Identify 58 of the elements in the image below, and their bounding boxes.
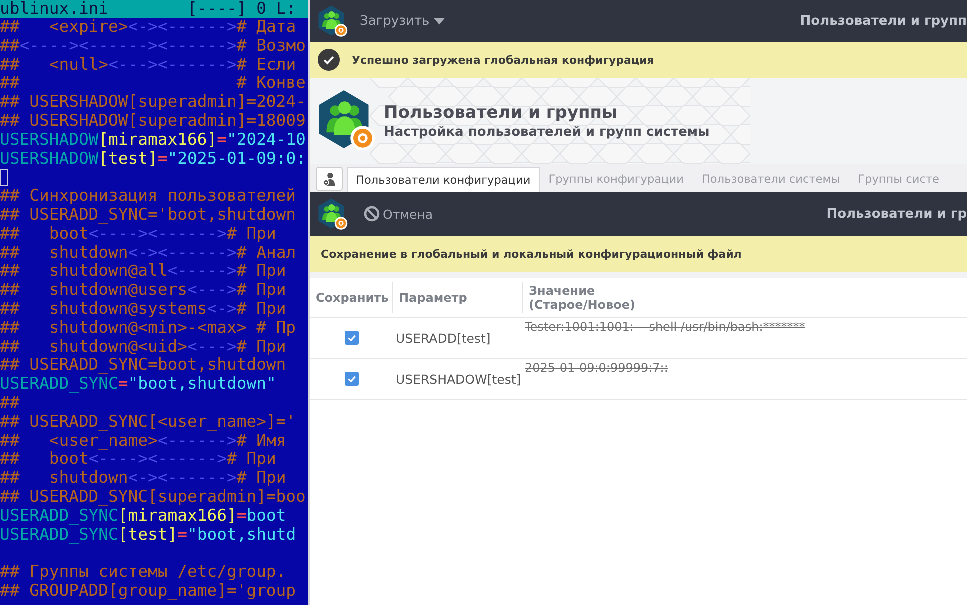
editor-status: [----] 0 L: (188, 0, 296, 18)
code-line: USERADD_SYNC[miramax166]=boot (0, 506, 286, 526)
notification-text: Успешно загружена глобальная конфигурация (352, 54, 654, 66)
app-icon (318, 89, 376, 153)
code-line: ## Синхронизация пользователей (0, 187, 296, 206)
text-cursor (0, 169, 8, 186)
code-line: ## shutdown@systems<-># При (0, 300, 286, 319)
user-gear-icon (322, 172, 337, 186)
code-line: ## USERADD_SYNC[superadmin]=boo (0, 488, 306, 507)
code-line: ## <user_name><------># Имя (0, 432, 286, 450)
table-cell: USERADD[test] (396, 330, 491, 346)
cancel-button[interactable]: Отмена (360, 202, 438, 226)
column-header: Значение (Старое/Новое) (522, 282, 642, 313)
code-line: USERADD_SYNC="boot,shutdown" (0, 375, 276, 394)
code-line: ## GROUPADD[group_name]='group (0, 582, 296, 601)
code-line: USERSHADOW[test]="2025-01-09:0: (0, 150, 306, 168)
code-line: ## USERSHADOW[superadmin]=2024- (0, 93, 306, 112)
code-line: ##<----><------><------># Возмо (0, 36, 306, 56)
checkbox[interactable] (345, 331, 359, 345)
code-line: ## USERADD_SYNC='boot,shutdown (0, 206, 296, 225)
code-line: ## shutdown<-><------># Анал (0, 244, 296, 262)
column-header: Сохранить (315, 290, 390, 306)
window-title: Пользователи и гр (826, 206, 967, 222)
code-line: ## boot<----><------># При (0, 450, 276, 470)
code-line: ## USERADD_SYNC=boot,shutdown (0, 356, 286, 376)
code-line: ## shutdown@<min>-<max> # Пр (0, 318, 296, 338)
code-line: ## <expire><-><------># Дата (0, 18, 296, 37)
code-line: ## # Конве (0, 74, 306, 94)
code-line: ## USERADD_SYNC[<user_name>]=' (0, 412, 296, 432)
code-line: USERSHADOW[miramax166]="2024-10 (0, 130, 306, 150)
app-title: Пользователи и группы (384, 102, 618, 122)
old-value: Tester:1001:1001: shell /usr/bin/bash:******* (525, 320, 806, 334)
app-icon (318, 198, 348, 230)
table-cell: USERSHADOW[test] (396, 372, 522, 386)
code-line: ## shutdown<-><------># При (0, 469, 286, 488)
code-line: ## (0, 394, 20, 413)
caret-icon (434, 18, 445, 24)
window-title: Пользователи и групп (800, 14, 967, 28)
file-name: ublinux.ini (0, 0, 109, 18)
code-line: ## boot<----><------># При (0, 224, 276, 244)
code-line: ## shutdown@all<-----># При (0, 262, 286, 282)
code-line: ## Группы системы /etc/group. (0, 563, 286, 582)
tab[interactable]: Пользователи конфигурации (347, 167, 540, 192)
checkbox[interactable] (345, 372, 359, 386)
code-line: ## USERSHADOW[superadmin]=18009 (0, 112, 306, 131)
load-menu-button[interactable]: Загрузить (356, 10, 449, 32)
code-line: ## shutdown@users<---># При (0, 281, 286, 300)
notification-text: Сохранение в глобальный и локальный конфигурационный файл (310, 236, 967, 272)
old-value: 2025-01-09:0:99999:7:: (525, 361, 668, 375)
code-line: USERADD_SYNC[test]="boot,shutd (0, 526, 296, 544)
column-header: Параметр (392, 282, 522, 313)
app-icon (318, 4, 348, 38)
code-line: ## <null><---><------># Если (0, 56, 296, 74)
app-subtitle: Настройка пользователей и групп системы (384, 124, 710, 140)
check-circle-icon (318, 49, 340, 71)
cancel-icon (364, 206, 380, 222)
code-line: ## shutdown@<uid><---># При (0, 338, 286, 356)
user-settings-button[interactable] (316, 167, 343, 191)
